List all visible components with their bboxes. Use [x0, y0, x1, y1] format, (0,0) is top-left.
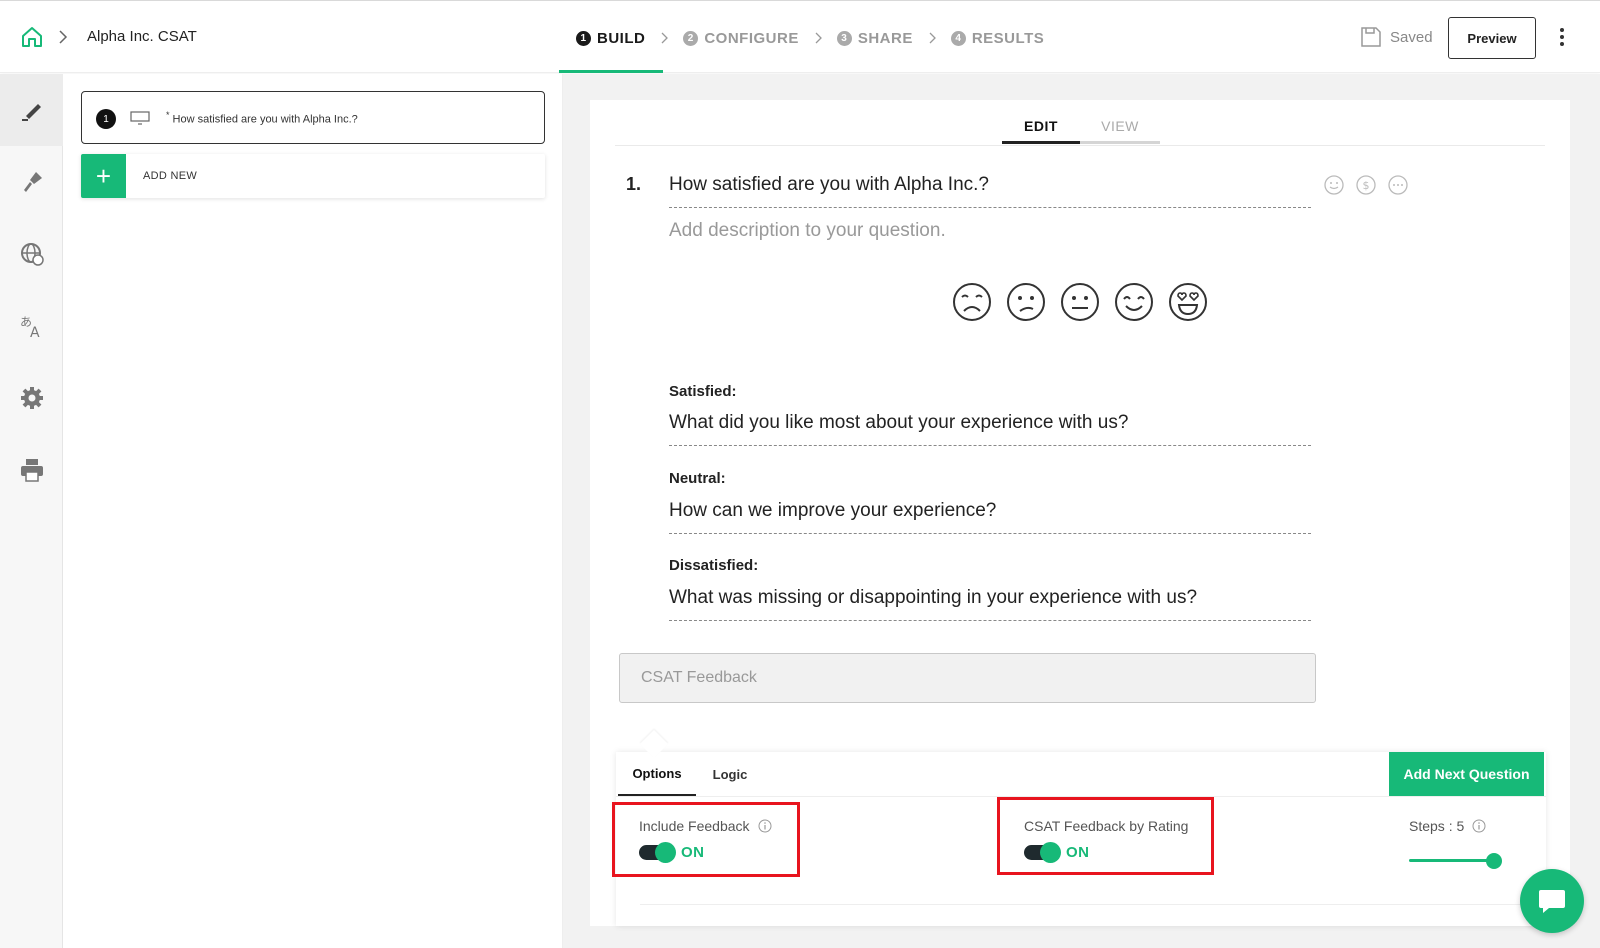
rail-build[interactable] [0, 74, 63, 146]
saved-status: Saved [1390, 29, 1433, 46]
translate-icon: あ A [20, 315, 40, 340]
question-card[interactable]: 1 * How satisfied are you with Alpha Inc.… [81, 91, 545, 144]
pen-icon [21, 104, 41, 121]
tab-options[interactable]: Options [618, 752, 696, 796]
tab-logic[interactable]: Logic [700, 752, 760, 796]
question-description-input[interactable]: Add description to your question. [669, 220, 946, 242]
steps-slider-handle[interactable] [1486, 853, 1502, 869]
question-title-tools: $ [1323, 174, 1419, 196]
chevron-right-icon [815, 32, 822, 44]
globe-icon [20, 243, 44, 266]
rail-design[interactable] [0, 146, 63, 218]
dissatisfied-face-icon[interactable] [1005, 281, 1047, 323]
chat-support-button[interactable] [1520, 869, 1584, 933]
feedback-label-satisfied: Satisfied: [669, 383, 737, 400]
question-number-badge: 1 [96, 109, 116, 129]
question-type-icon [130, 111, 150, 125]
step-results[interactable]: 4 RESULTS [950, 27, 1044, 49]
step-share[interactable]: 3 SHARE [836, 27, 913, 49]
gear-icon [20, 387, 43, 409]
chevron-right-icon [929, 32, 936, 44]
edit-view-tabs: EDIT VIEW [1002, 110, 1160, 144]
add-next-question-button[interactable]: Add Next Question [1389, 752, 1544, 796]
highlight-box [997, 797, 1214, 875]
tab-view[interactable]: VIEW [1080, 110, 1160, 144]
plus-icon: + [81, 154, 126, 198]
tab-edit[interactable]: EDIT [1002, 110, 1080, 144]
more-options-icon[interactable] [1558, 27, 1566, 47]
left-rail: あ A [0, 74, 63, 948]
steps-option: Steps : 5 [1409, 818, 1486, 834]
wizard-steps: 1 BUILD 2 CONFIGURE 3 SHARE 4 RESULTS [576, 27, 1044, 49]
feedback-label-dissatisfied: Dissatisfied: [669, 557, 759, 574]
rail-translate[interactable]: あ A [0, 290, 63, 362]
feedback-label-neutral: Neutral: [669, 470, 726, 487]
steps-slider-track[interactable] [1409, 859, 1497, 862]
paint-brush-icon [23, 172, 42, 192]
options-bottom-divider [640, 904, 1520, 905]
chevron-right-icon [59, 30, 68, 44]
step-configure[interactable]: 2 CONFIGURE [683, 27, 799, 49]
save-icon [1361, 27, 1381, 47]
add-new-question-button[interactable]: + ADD NEW [81, 154, 545, 198]
very-satisfied-face-icon[interactable] [1167, 281, 1209, 323]
feedback-input-neutral[interactable]: How can we improve your experience? [669, 500, 1311, 534]
feedback-input-dissatisfied[interactable]: What was missing or disappointing in you… [669, 587, 1311, 621]
preview-button[interactable]: Preview [1448, 17, 1536, 59]
active-step-indicator [559, 70, 663, 73]
rail-print[interactable] [0, 434, 63, 506]
rating-faces [951, 281, 1221, 323]
question-list-panel: 1 * How satisfied are you with Alpha Inc.… [63, 74, 563, 948]
very-dissatisfied-face-icon[interactable] [951, 281, 993, 323]
satisfied-face-icon[interactable] [1113, 281, 1155, 323]
chat-icon [1539, 890, 1565, 913]
rail-language[interactable] [0, 218, 63, 290]
dollar-icon[interactable]: $ [1355, 174, 1377, 196]
neutral-face-icon[interactable] [1059, 281, 1101, 323]
question-title-input[interactable]: How satisfied are you with Alpha Inc.? [669, 174, 1311, 208]
tabs-divider [615, 145, 1545, 146]
step-build[interactable]: 1 BUILD [576, 27, 645, 49]
emoji-icon[interactable] [1323, 174, 1345, 196]
svg-text:$: $ [1363, 179, 1370, 192]
info-icon[interactable] [1472, 819, 1486, 833]
top-bar: Alpha Inc. CSAT 1 BUILD 2 CONFIGURE 3 SH… [0, 0, 1600, 73]
csat-feedback-input[interactable]: CSAT Feedback [619, 653, 1316, 703]
add-new-label: ADD NEW [143, 170, 198, 182]
printer-icon [20, 459, 43, 482]
svg-text:A: A [30, 325, 40, 340]
feedback-input-satisfied[interactable]: What did you like most about your experi… [669, 412, 1311, 446]
home-icon[interactable] [20, 25, 44, 49]
project-title: Alpha Inc. CSAT [87, 28, 197, 45]
question-card-text: * How satisfied are you with Alpha Inc.? [166, 110, 358, 126]
chevron-right-icon [661, 32, 669, 44]
rail-settings[interactable] [0, 362, 63, 434]
more-icon[interactable] [1387, 174, 1409, 196]
question-number: 1. [626, 174, 642, 194]
highlight-box [612, 802, 800, 877]
